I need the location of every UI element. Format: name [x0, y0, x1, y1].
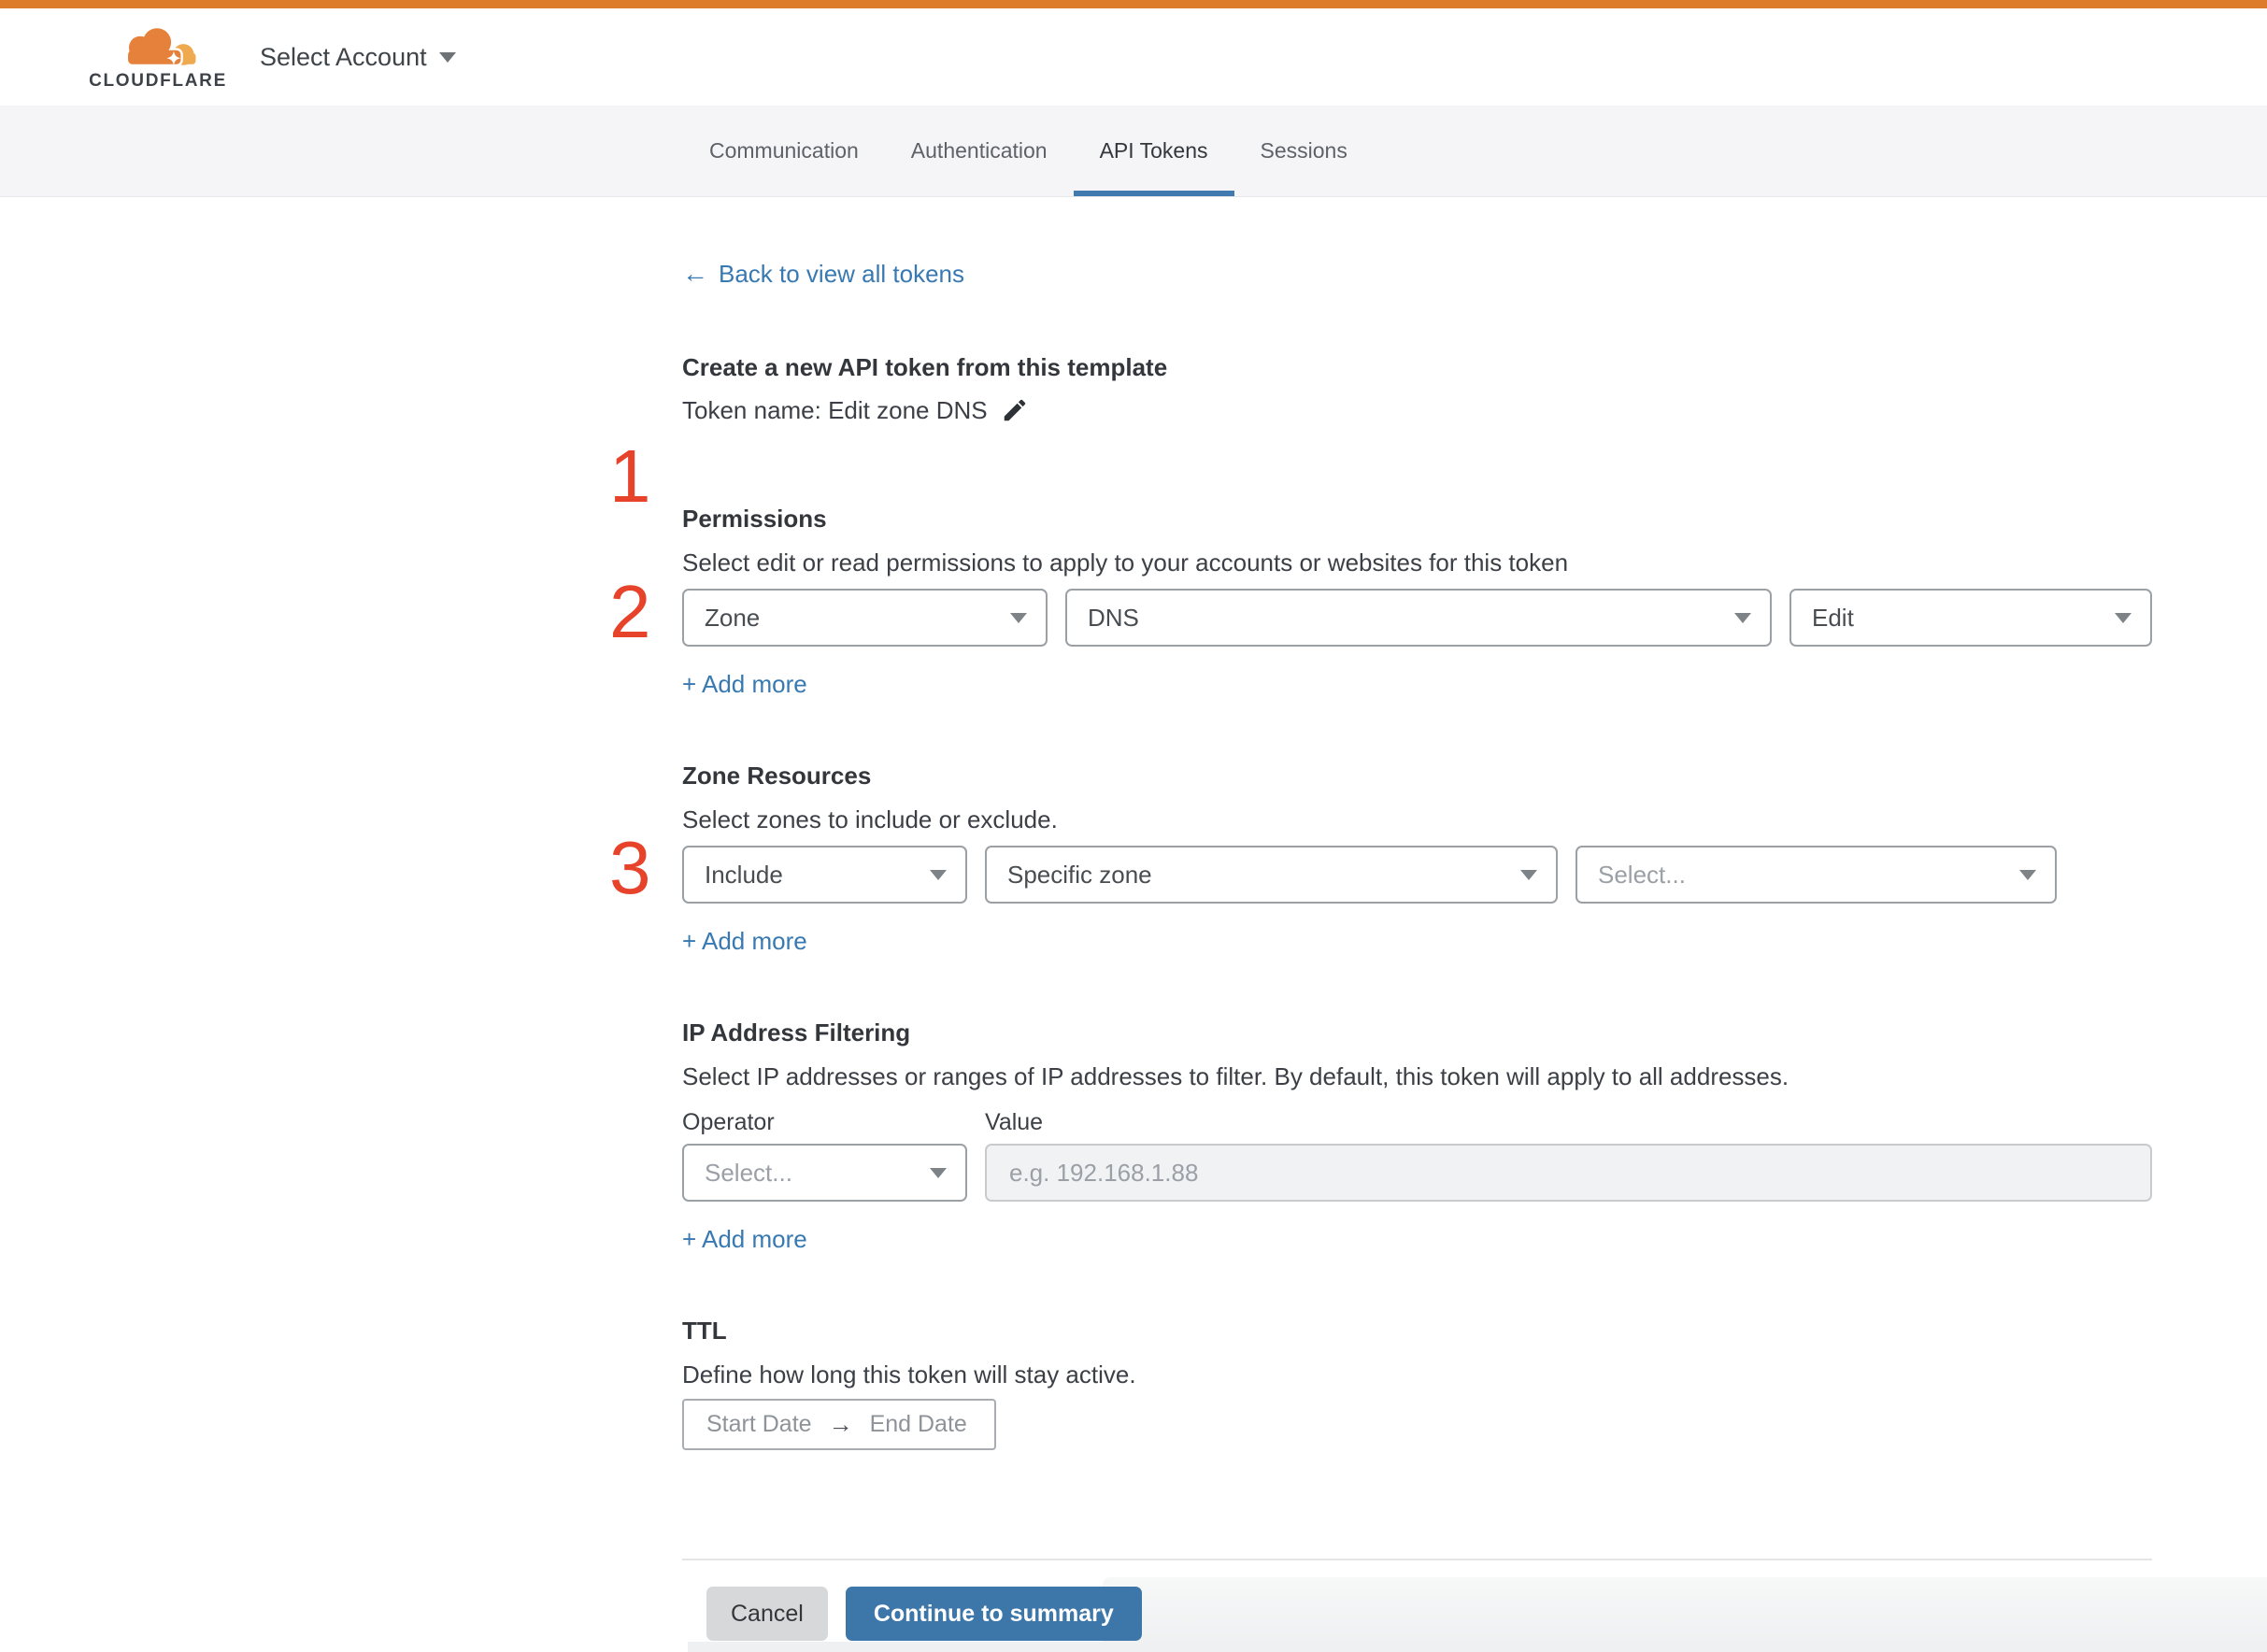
ip-filtering-labels: Operator Value — [682, 1106, 2152, 1138]
chevron-down-icon — [930, 1167, 947, 1178]
zone-picker-placeholder: Select... — [1598, 860, 1686, 889]
cloudflare-logo: CLOUDFLARE — [89, 23, 225, 92]
token-template-form: ← Back to view all tokens 1 Create a new… — [609, 257, 2152, 1641]
permissions-description: Select edit or read permissions to apply… — [682, 548, 1569, 577]
token-name-section: 1 Create a new API token from this templ… — [609, 350, 2152, 514]
permission-scope-value: Zone — [705, 603, 761, 632]
step-number-1: 1 — [609, 434, 651, 518]
back-to-tokens-link[interactable]: ← Back to view all tokens — [682, 257, 964, 291]
value-label: Value — [985, 1109, 1044, 1135]
step-number-3: 3 — [609, 826, 651, 909]
ip-filtering-row: Select... — [682, 1144, 2152, 1202]
chevron-down-icon — [438, 51, 456, 63]
brand-name: CLOUDFLARE — [89, 70, 227, 91]
ttl-section: TTL Define how long this token will stay… — [682, 1314, 2152, 1450]
tab-authentication[interactable]: Authentication — [885, 106, 1074, 196]
ip-operator-select[interactable]: Select... — [682, 1144, 967, 1202]
chevron-down-icon — [930, 869, 947, 880]
footer-actions: Cancel Continue to summary — [682, 1587, 2152, 1641]
continue-to-summary-button[interactable]: Continue to summary — [845, 1587, 1142, 1641]
start-date-label: Start Date — [706, 1411, 812, 1437]
zone-resources-heading: Zone Resources — [682, 762, 872, 790]
token-name-text: Token name: Edit zone DNS — [682, 396, 988, 424]
zone-mode-value: Include — [705, 860, 783, 889]
ttl-description: Define how long this token will stay act… — [682, 1360, 1136, 1389]
ip-filtering-description: Select IP addresses or ranges of IP addr… — [682, 1062, 1789, 1090]
zone-type-value: Specific zone — [1007, 860, 1152, 889]
tab-api-tokens[interactable]: API Tokens — [1073, 106, 1234, 196]
account-selector[interactable]: Select Account — [260, 43, 456, 72]
permissions-row: Zone DNS Edit — [682, 589, 2152, 647]
cloudflare-cloud-icon — [125, 25, 196, 66]
arrow-right-icon: → — [828, 1410, 853, 1438]
ttl-date-range-button[interactable]: Start Date → End Date — [682, 1399, 996, 1450]
account-selector-label: Select Account — [260, 42, 427, 71]
chevron-down-icon — [2115, 612, 2132, 623]
cancel-button[interactable]: Cancel — [706, 1587, 828, 1641]
page-title: Create a new API token from this templat… — [682, 353, 1168, 381]
zone-type-select[interactable]: Specific zone — [985, 846, 1558, 904]
permission-service-value: DNS — [1088, 603, 1139, 632]
zone-resources-description: Select zones to include or exclude. — [682, 805, 1058, 833]
end-date-label: End Date — [869, 1411, 967, 1437]
app-header: CLOUDFLARE Select Account — [0, 8, 2267, 106]
ip-filtering-heading: IP Address Filtering — [682, 1018, 911, 1047]
ip-value-input[interactable] — [985, 1144, 2152, 1202]
token-name-row: Token name: Edit zone DNS — [682, 392, 2152, 429]
ip-filtering-add-more-link[interactable]: + Add more — [682, 1222, 807, 1256]
permission-service-select[interactable]: DNS — [1065, 589, 1772, 647]
permission-scope-select[interactable]: Zone — [682, 589, 1048, 647]
chevron-down-icon — [1734, 612, 1751, 623]
footer-shade-strip — [688, 1642, 2267, 1652]
edit-pencil-icon[interactable] — [1001, 396, 1029, 424]
brand-top-bar — [0, 0, 2267, 8]
back-link-label: Back to view all tokens — [719, 260, 965, 288]
permissions-heading: Permissions — [682, 505, 827, 533]
tab-bar: Communication Authentication API Tokens … — [0, 106, 2267, 197]
footer-divider — [682, 1559, 2152, 1560]
permissions-section: 2 Permissions Select edit or read permis… — [609, 502, 2152, 701]
arrow-left-icon: ← — [682, 259, 708, 288]
zone-resources-add-more-link[interactable]: + Add more — [682, 924, 807, 958]
ttl-heading: TTL — [682, 1317, 727, 1345]
tab-sessions[interactable]: Sessions — [1234, 106, 1374, 196]
ip-filtering-section: IP Address Filtering Select IP addresses… — [682, 1016, 2152, 1256]
ip-operator-placeholder: Select... — [705, 1158, 792, 1187]
tab-communication[interactable]: Communication — [683, 106, 885, 196]
permissions-add-more-link[interactable]: + Add more — [682, 667, 807, 701]
operator-label: Operator — [682, 1109, 775, 1135]
step-number-2: 2 — [609, 570, 651, 653]
permission-access-value: Edit — [1812, 603, 1854, 632]
chevron-down-icon — [1010, 612, 1027, 623]
zone-resources-row: Include Specific zone Select... — [682, 846, 2152, 904]
zone-mode-select[interactable]: Include — [682, 846, 967, 904]
zone-picker-select[interactable]: Select... — [1575, 846, 2057, 904]
chevron-down-icon — [2019, 869, 2036, 880]
permission-access-select[interactable]: Edit — [1789, 589, 2152, 647]
zone-resources-section: 3 Zone Resources Select zones to include… — [609, 759, 2152, 958]
chevron-down-icon — [1520, 869, 1537, 880]
